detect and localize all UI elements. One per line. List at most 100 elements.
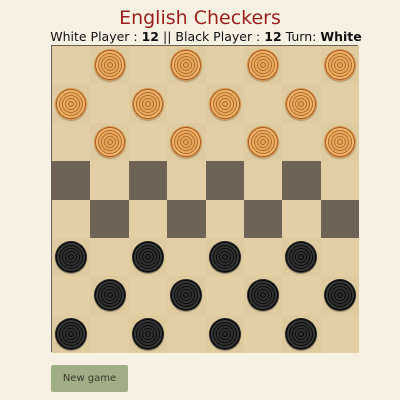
white-checker-piece[interactable]	[208, 87, 241, 120]
board-square[interactable]	[52, 276, 91, 315]
board-square[interactable]	[90, 161, 129, 200]
board-square[interactable]	[243, 161, 283, 200]
white-checker-piece[interactable]	[247, 49, 280, 82]
new-game-button[interactable]: New game	[51, 365, 128, 392]
white-checker-piece[interactable]	[323, 125, 356, 158]
board-square[interactable]	[205, 161, 244, 200]
board-square[interactable]	[320, 46, 359, 85]
board-square[interactable]	[243, 314, 283, 353]
board-square[interactable]	[167, 314, 206, 353]
board-square[interactable]	[90, 199, 129, 238]
board-square[interactable]	[205, 84, 244, 123]
board-square[interactable]	[128, 161, 168, 200]
board-square[interactable]	[128, 122, 168, 162]
checkers-board	[51, 45, 359, 353]
status-separator: ||	[159, 29, 176, 44]
checkers-page: English Checkers White Player : 12 || Bl…	[0, 0, 400, 400]
board-square[interactable]	[243, 46, 283, 85]
black-checker-piece[interactable]	[247, 279, 280, 312]
board-square[interactable]	[128, 276, 168, 315]
board-square[interactable]	[90, 122, 129, 162]
turn-value: White	[320, 29, 362, 44]
black-checker-piece[interactable]	[131, 317, 164, 350]
board-square[interactable]	[282, 314, 321, 353]
black-checker-piece[interactable]	[93, 279, 126, 312]
board-square[interactable]	[52, 199, 91, 238]
turn-label: Turn:	[281, 29, 321, 44]
white-player-count: 12	[141, 29, 160, 44]
board-square[interactable]	[167, 122, 206, 162]
white-checker-piece[interactable]	[93, 49, 126, 82]
black-checker-piece[interactable]	[285, 317, 318, 350]
board-square[interactable]	[320, 84, 359, 123]
status-bar: White Player : 12 || Black Player : 12 T…	[0, 29, 400, 45]
board-square[interactable]	[52, 46, 91, 85]
black-checker-piece[interactable]	[208, 241, 241, 274]
board-square[interactable]	[282, 276, 321, 315]
board-square[interactable]	[205, 122, 244, 162]
board-square[interactable]	[128, 237, 168, 277]
page-title: English Checkers	[119, 7, 281, 29]
black-checker-piece[interactable]	[323, 279, 356, 312]
board-square[interactable]	[205, 199, 244, 238]
white-checker-piece[interactable]	[170, 125, 203, 158]
board-square[interactable]	[205, 237, 244, 277]
board-square[interactable]	[128, 314, 168, 353]
board-square[interactable]	[205, 314, 244, 353]
white-checker-piece[interactable]	[93, 125, 126, 158]
board-square[interactable]	[128, 199, 168, 238]
white-checker-piece[interactable]	[285, 87, 318, 120]
black-player-label: Black Player :	[175, 29, 265, 44]
board-square[interactable]	[90, 46, 129, 85]
board-square[interactable]	[167, 199, 206, 238]
board-square[interactable]	[282, 84, 321, 123]
black-checker-piece[interactable]	[170, 279, 203, 312]
board-square[interactable]	[52, 237, 91, 277]
board-square[interactable]	[52, 161, 91, 200]
board-square[interactable]	[282, 122, 321, 162]
board-square[interactable]	[205, 276, 244, 315]
board-square[interactable]	[167, 237, 206, 277]
board-square[interactable]	[282, 199, 321, 238]
board-square[interactable]	[282, 46, 321, 85]
board-square[interactable]	[320, 237, 359, 277]
board-square[interactable]	[282, 237, 321, 277]
board-square[interactable]	[90, 314, 129, 353]
board-square[interactable]	[90, 237, 129, 277]
black-checker-piece[interactable]	[55, 317, 88, 350]
board-square[interactable]	[52, 314, 91, 353]
board-square[interactable]	[282, 161, 321, 200]
board-square[interactable]	[243, 122, 283, 162]
white-checker-piece[interactable]	[170, 49, 203, 82]
white-checker-piece[interactable]	[131, 87, 164, 120]
black-player-count: 12	[264, 29, 282, 44]
white-checker-piece[interactable]	[323, 49, 356, 82]
board-square[interactable]	[320, 199, 359, 238]
black-checker-piece[interactable]	[55, 241, 88, 274]
board-square[interactable]	[167, 276, 206, 315]
board-square[interactable]	[243, 84, 283, 123]
board-square[interactable]	[320, 276, 359, 315]
board-square[interactable]	[52, 84, 91, 123]
board-square[interactable]	[167, 161, 206, 200]
board-square[interactable]	[243, 276, 283, 315]
board-square[interactable]	[90, 276, 129, 315]
white-checker-piece[interactable]	[55, 87, 88, 120]
black-checker-piece[interactable]	[208, 317, 241, 350]
board-square[interactable]	[128, 84, 168, 123]
board-square[interactable]	[167, 46, 206, 85]
board-square[interactable]	[320, 161, 359, 200]
black-checker-piece[interactable]	[285, 241, 318, 274]
white-checker-piece[interactable]	[247, 125, 280, 158]
board-square[interactable]	[52, 122, 91, 162]
board-square[interactable]	[205, 46, 244, 85]
board-square[interactable]	[90, 84, 129, 123]
board-square[interactable]	[243, 237, 283, 277]
black-checker-piece[interactable]	[131, 241, 164, 274]
board-square[interactable]	[320, 314, 359, 353]
board-square[interactable]	[167, 84, 206, 123]
board-square[interactable]	[320, 122, 359, 162]
board-square[interactable]	[128, 46, 168, 85]
board-square[interactable]	[243, 199, 283, 238]
white-player-label: White Player :	[50, 29, 142, 44]
